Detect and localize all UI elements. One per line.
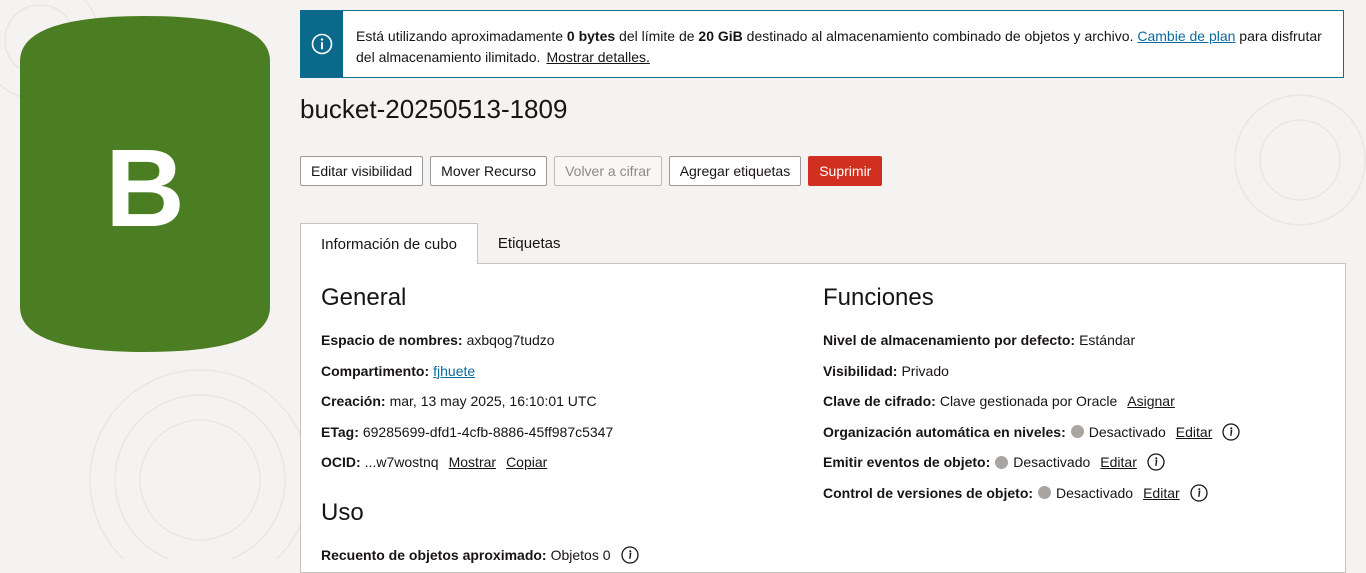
info-icon[interactable]: [1222, 423, 1241, 441]
bucket-icon: B: [20, 16, 270, 352]
ocid-copy-link[interactable]: Copiar: [506, 452, 547, 472]
object-count-row: Recuento de objetos aproximado: Objetos …: [321, 540, 639, 571]
encryption-label: Clave de cifrado:: [823, 393, 936, 410]
compartment-label: Compartimento:: [321, 362, 430, 379]
change-plan-link[interactable]: Cambie de plan: [1137, 28, 1235, 44]
ocid-show-link[interactable]: Mostrar: [449, 452, 496, 472]
object-count-value: Objetos 0: [550, 546, 611, 563]
info-icon[interactable]: [620, 546, 639, 564]
auto-tiering-value: Desactivado: [1088, 423, 1166, 440]
object-count-label: Recuento de objetos aproximado:: [321, 546, 547, 563]
features-section: Funciones Nivel de almacenamiento por de…: [823, 284, 1241, 509]
auto-tiering-label: Organización automática en niveles:: [823, 423, 1066, 440]
banner-text-part2: del límite de: [615, 28, 699, 44]
general-section: General Espacio de nombres: axbqog7tudzo…: [321, 284, 639, 570]
status-dot-icon: [995, 455, 1009, 469]
add-tags-button[interactable]: Agregar etiquetas: [668, 156, 802, 186]
general-heading: General: [321, 284, 407, 311]
banner-text-part1: Está utilizando aproximadamente: [356, 28, 567, 44]
ocid-value: ...w7wostnq: [364, 454, 439, 471]
show-details-link[interactable]: Mostrar detalles.: [546, 49, 649, 65]
compartment-link[interactable]: fjhuete: [433, 361, 475, 381]
visibility-value: Privado: [901, 362, 949, 379]
ocid-row: OCID: ...w7wostnq Mostrar Copiar: [321, 447, 639, 478]
banner-limit: 20 GiB: [698, 28, 743, 44]
status-dot-icon: [1038, 486, 1052, 500]
action-toolbar: Editar visibilidad Mover Recurso Volver …: [300, 156, 883, 186]
object-events-label: Emitir eventos de objeto:: [823, 454, 991, 471]
versioning-row: Control de versiones de objeto: Desactiv…: [823, 478, 1240, 509]
encryption-value: Clave gestionada por Oracle: [939, 393, 1118, 410]
versioning-edit-link[interactable]: Editar: [1143, 483, 1180, 503]
banner-message: Está utilizando aproximadamente 0 bytes …: [356, 26, 1331, 67]
auto-tiering-edit-link[interactable]: Editar: [1176, 422, 1213, 442]
versioning-value: Desactivado: [1056, 484, 1134, 501]
storage-tier-value: Estándar: [1079, 332, 1136, 349]
visibility-row: Visibilidad: Privado: [823, 356, 1240, 387]
visibility-label: Visibilidad:: [823, 362, 898, 379]
namespace-label: Espacio de nombres:: [321, 332, 463, 349]
created-row: Creación: mar, 13 may 2025, 16:10:01 UTC: [321, 386, 639, 417]
encryption-row: Clave de cifrado: Clave gestionada por O…: [823, 386, 1240, 417]
etag-row: ETag: 69285699-dfd1-4cfb-8886-45ff987c53…: [321, 417, 639, 448]
compartment-row: Compartimento: fjhuete: [321, 356, 639, 387]
storage-tier-label: Nivel de almacenamiento por defecto:: [823, 332, 1076, 349]
assign-key-link[interactable]: Asignar: [1127, 391, 1174, 411]
etag-label: ETag:: [321, 423, 359, 440]
object-events-value: Desactivado: [1013, 454, 1091, 471]
features-heading: Funciones: [823, 284, 934, 311]
info-icon[interactable]: [1190, 484, 1208, 502]
page-title: bucket-20250513-1809: [300, 94, 568, 124]
created-value: mar, 13 may 2025, 16:10:01 UTC: [389, 393, 597, 410]
versioning-label: Control de versiones de objeto:: [823, 484, 1034, 501]
bucket-info-panel: General Espacio de nombres: axbqog7tudzo…: [300, 263, 1346, 573]
etag-value: 69285699-dfd1-4cfb-8886-45ff987c5347: [362, 423, 614, 440]
delete-button[interactable]: Suprimir: [808, 156, 883, 186]
namespace-value: axbqog7tudzo: [466, 332, 555, 349]
banner-used: 0 bytes: [566, 28, 616, 44]
object-events-edit-link[interactable]: Editar: [1100, 452, 1137, 472]
usage-heading: Uso: [321, 498, 364, 526]
tab-bar: Información de cubo Etiquetas: [300, 223, 580, 264]
tab-bucket-info[interactable]: Información de cubo: [300, 223, 478, 264]
created-label: Creación:: [321, 393, 386, 410]
banner-text-part3: destinado al almacenamiento combinado de…: [742, 28, 1138, 44]
tab-tags[interactable]: Etiquetas: [478, 223, 581, 263]
auto-tiering-row: Organización automática en niveles: Desa…: [823, 417, 1241, 448]
info-icon[interactable]: [1147, 453, 1165, 471]
storage-info-banner: Está utilizando aproximadamente 0 bytes …: [300, 10, 1344, 78]
re-encrypt-button[interactable]: Volver a cifrar: [554, 156, 662, 186]
object-events-row: Emitir eventos de objeto: Desactivado Ed…: [823, 447, 1240, 478]
edit-visibility-button[interactable]: Editar visibilidad: [300, 156, 424, 186]
storage-tier-row: Nivel de almacenamiento por defecto: Est…: [823, 325, 1240, 356]
bucket-icon-letter: B: [105, 127, 184, 250]
info-icon: [311, 33, 333, 55]
namespace-row: Espacio de nombres: axbqog7tudzo: [321, 325, 639, 356]
banner-icon-strip: [301, 11, 343, 77]
ocid-label: OCID:: [321, 454, 361, 471]
move-resource-button[interactable]: Mover Recurso: [430, 156, 548, 186]
status-dot-icon: [1070, 425, 1084, 439]
